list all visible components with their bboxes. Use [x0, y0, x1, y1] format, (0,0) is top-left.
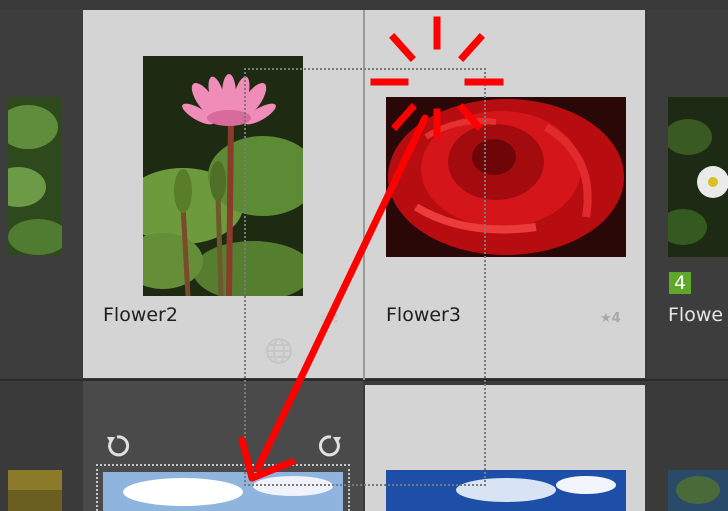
drag-annotation-arrow [238, 16, 504, 482]
